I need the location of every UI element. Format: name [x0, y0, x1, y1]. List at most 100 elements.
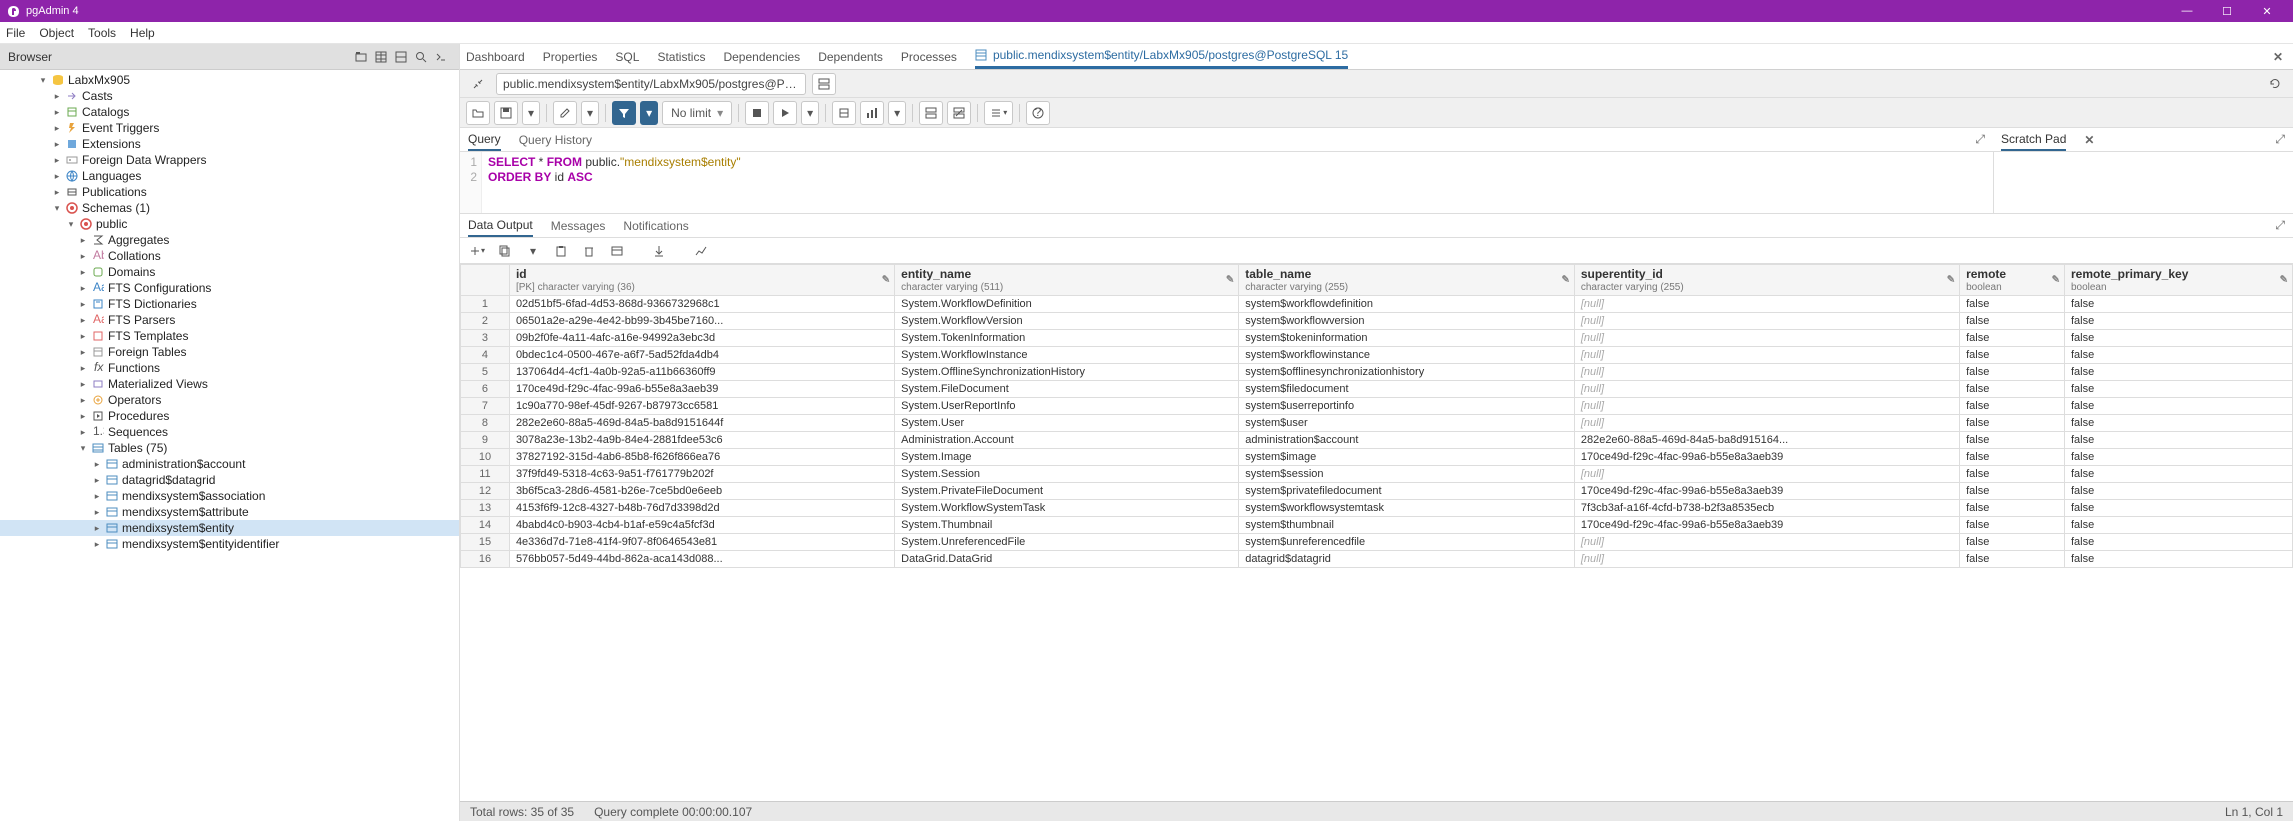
chevron-icon[interactable]: ▸: [78, 267, 88, 278]
cell[interactable]: 137064d4-4cf1-4a0b-92a5-a11b66360ff9: [509, 364, 894, 381]
sql-editor[interactable]: 12 SELECT * FROM public."mendixsystem$en…: [460, 152, 1993, 213]
explain-analyze-button[interactable]: [860, 101, 884, 125]
cell[interactable]: System.WorkflowSystemTask: [895, 500, 1239, 517]
connection-icon[interactable]: [466, 73, 490, 95]
tree-item[interactable]: ▸AaFTS Parsers: [0, 312, 459, 328]
cell[interactable]: false: [1960, 398, 2065, 415]
filter-dropdown[interactable]: ▾: [640, 101, 658, 125]
cell[interactable]: system$image: [1239, 449, 1575, 466]
tree-item[interactable]: ▸Extensions: [0, 136, 459, 152]
cell[interactable]: system$unreferencedfile: [1239, 534, 1575, 551]
tree-table-item[interactable]: ▸administration$account: [0, 456, 459, 472]
expand-results-icon[interactable]: ⤢: [2275, 218, 2285, 233]
connection-path-select[interactable]: public.mendixsystem$entity/LabxMx905/pos…: [496, 73, 806, 95]
tree-item[interactable]: ▾Tables (75): [0, 440, 459, 456]
cell[interactable]: 576bb057-5d49-44bd-862a-aca143d088...: [509, 551, 894, 568]
chevron-icon[interactable]: ▸: [92, 491, 102, 502]
cell[interactable]: 09b2f0fe-4a11-4afc-a16e-94992a3ebc3d: [509, 330, 894, 347]
tab-query-history[interactable]: Query History: [519, 130, 592, 150]
close-button[interactable]: ✕: [2247, 5, 2287, 18]
cell[interactable]: System.Thumbnail: [895, 517, 1239, 534]
server-icon[interactable]: [812, 73, 836, 95]
chevron-icon[interactable]: ▸: [52, 107, 62, 118]
table-row[interactable]: 1137f9fd49-5318-4c63-9a51-f761779b202fSy…: [461, 466, 2293, 483]
cell[interactable]: false: [2064, 551, 2292, 568]
edit-column-icon[interactable]: ✎: [2052, 275, 2060, 286]
expand-scratch-icon[interactable]: ⤢: [2275, 132, 2285, 147]
tree-item[interactable]: ▸Event Triggers: [0, 120, 459, 136]
table-row[interactable]: 8282e2e60-88a5-469d-84a5-ba8d9151644fSys…: [461, 415, 2293, 432]
cell[interactable]: false: [2064, 398, 2292, 415]
edit-dropdown[interactable]: ▾: [581, 101, 599, 125]
tree-item[interactable]: ▸1.3Sequences: [0, 424, 459, 440]
cell[interactable]: 7f3cb3af-a16f-4cfd-b738-b2f3a8535ecb: [1574, 500, 1959, 517]
cell[interactable]: administration$account: [1239, 432, 1575, 449]
cell[interactable]: false: [1960, 364, 2065, 381]
tree-item[interactable]: ▸AbCollations: [0, 248, 459, 264]
chevron-icon[interactable]: ▸: [78, 347, 88, 358]
download-button[interactable]: [648, 241, 670, 261]
chevron-icon[interactable]: ▸: [78, 283, 88, 294]
chevron-icon[interactable]: ▸: [52, 187, 62, 198]
chevron-icon[interactable]: ▸: [92, 539, 102, 550]
cell[interactable]: false: [1960, 551, 2065, 568]
cell[interactable]: [null]: [1574, 313, 1959, 330]
cell[interactable]: [null]: [1574, 381, 1959, 398]
tab-query[interactable]: Query: [468, 129, 501, 151]
cell[interactable]: system$workflowversion: [1239, 313, 1575, 330]
tab-query-document[interactable]: public.mendixsystem$entity/LabxMx905/pos…: [975, 44, 1348, 69]
explain-button[interactable]: [832, 101, 856, 125]
cell[interactable]: false: [2064, 500, 2292, 517]
menu-file[interactable]: File: [6, 26, 25, 40]
cell[interactable]: false: [2064, 381, 2292, 398]
column-header[interactable]: table_namecharacter varying (255)✎: [1239, 265, 1575, 296]
tree-schema-public[interactable]: ▾ public: [0, 216, 459, 232]
cell[interactable]: system$privatefiledocument: [1239, 483, 1575, 500]
cell[interactable]: false: [1960, 432, 2065, 449]
tab-dependencies[interactable]: Dependencies: [723, 46, 800, 68]
chevron-icon[interactable]: ▸: [52, 123, 62, 134]
tab-processes[interactable]: Processes: [901, 46, 957, 68]
cell[interactable]: 282e2e60-88a5-469d-84a5-ba8d9151644f: [509, 415, 894, 432]
table-row[interactable]: 102d51bf5-6fad-4d53-868d-9366732968c1Sys…: [461, 296, 2293, 313]
cell[interactable]: false: [2064, 347, 2292, 364]
cell[interactable]: false: [1960, 449, 2065, 466]
menu-object[interactable]: Object: [39, 26, 74, 40]
edit-column-icon[interactable]: ✎: [1947, 275, 1955, 286]
chevron-icon[interactable]: ▸: [78, 299, 88, 310]
add-row-button[interactable]: ▾: [466, 241, 488, 261]
tree-item[interactable]: ▸FTS Dictionaries: [0, 296, 459, 312]
chevron-down-icon[interactable]: ▾: [66, 219, 76, 230]
cell[interactable]: System.WorkflowInstance: [895, 347, 1239, 364]
copy-dropdown[interactable]: ▾: [522, 241, 544, 261]
chevron-icon[interactable]: ▸: [78, 363, 88, 374]
tab-dependents[interactable]: Dependents: [818, 46, 883, 68]
chevron-icon[interactable]: ▸: [52, 155, 62, 166]
cell[interactable]: false: [1960, 296, 2065, 313]
chevron-icon[interactable]: ▸: [78, 251, 88, 262]
cell[interactable]: 02d51bf5-6fad-4d53-868d-9366732968c1: [509, 296, 894, 313]
scratch-pad[interactable]: [1993, 152, 2293, 213]
tab-messages[interactable]: Messages: [551, 216, 606, 236]
table-row[interactable]: 154e336d7d-71e8-41f4-9f07-8f0646543e81Sy…: [461, 534, 2293, 551]
cell[interactable]: 170ce49d-f29c-4fac-99a6-b55e8a3aeb39: [1574, 517, 1959, 534]
cell[interactable]: 0bdec1c4-0500-467e-a6f7-5ad52fda4db4: [509, 347, 894, 364]
table-row[interactable]: 134153f6f9-12c8-4327-b48b-76d7d3398d2dSy…: [461, 500, 2293, 517]
cell[interactable]: system$tokeninformation: [1239, 330, 1575, 347]
tree-item[interactable]: ▸Foreign Data Wrappers: [0, 152, 459, 168]
cell[interactable]: 37827192-315d-4ab6-85b8-f626f866ea76: [509, 449, 894, 466]
table-row[interactable]: 71c90a770-98ef-45df-9267-b87973cc6581Sys…: [461, 398, 2293, 415]
table-row[interactable]: 1037827192-315d-4ab6-85b8-f626f866ea76Sy…: [461, 449, 2293, 466]
cell[interactable]: 1c90a770-98ef-45df-9267-b87973cc6581: [509, 398, 894, 415]
cell[interactable]: System.Image: [895, 449, 1239, 466]
table-row[interactable]: 206501a2e-a29e-4e42-bb99-3b45be7160...Sy…: [461, 313, 2293, 330]
browser-terminal-icon[interactable]: [431, 47, 451, 67]
cell[interactable]: false: [2064, 432, 2292, 449]
cell[interactable]: system$userreportinfo: [1239, 398, 1575, 415]
chevron-icon[interactable]: ▸: [52, 139, 62, 150]
refresh-icon[interactable]: [2263, 73, 2287, 95]
table-row[interactable]: 16576bb057-5d49-44bd-862a-aca143d088...D…: [461, 551, 2293, 568]
cell[interactable]: false: [2064, 466, 2292, 483]
cell[interactable]: false: [1960, 330, 2065, 347]
save-dropdown[interactable]: ▾: [522, 101, 540, 125]
